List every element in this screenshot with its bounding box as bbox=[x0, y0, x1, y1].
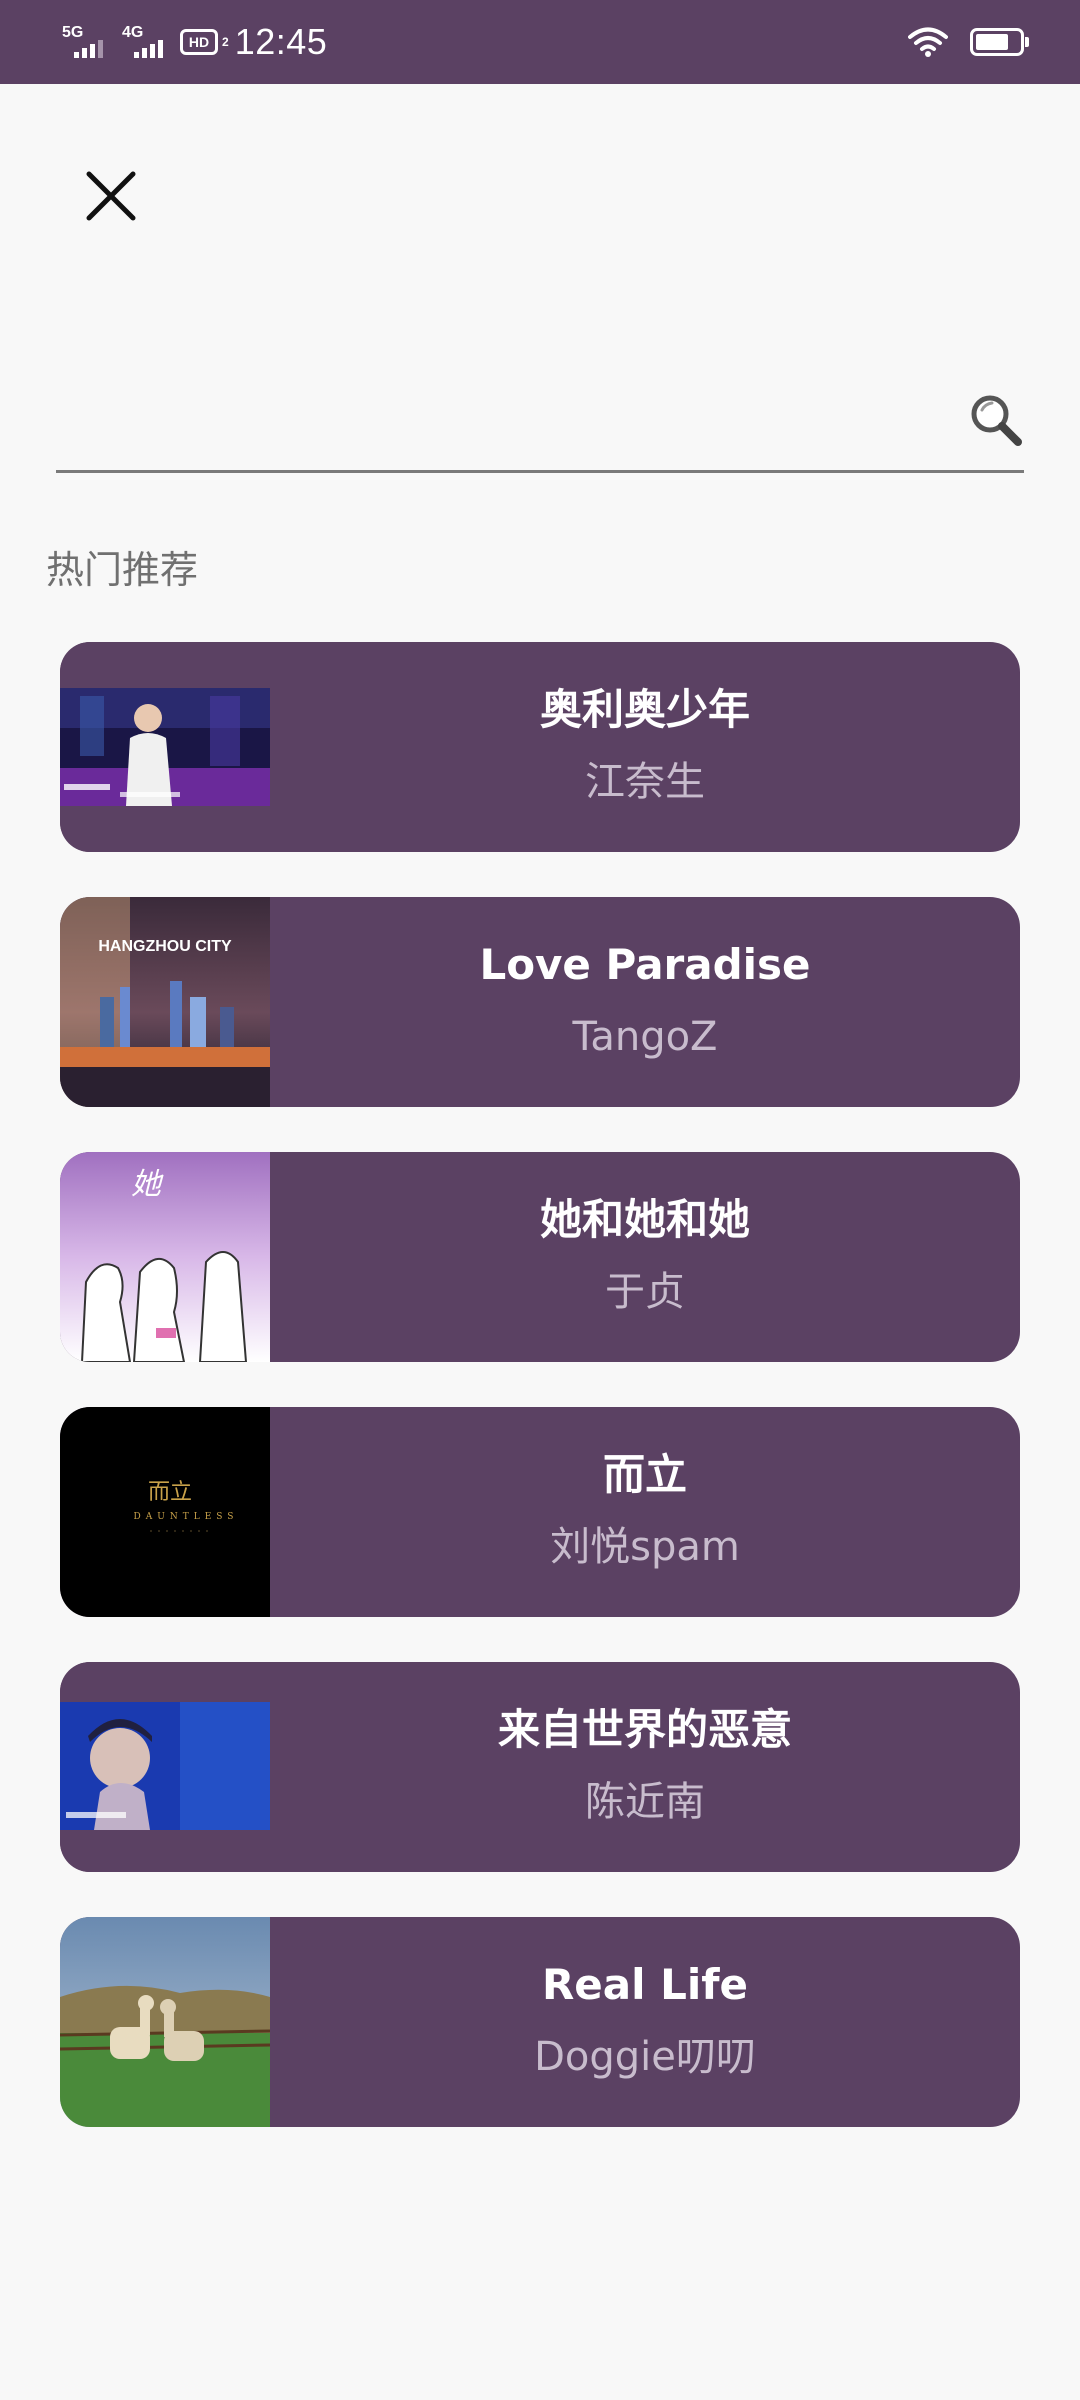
song-artist: 于贞 bbox=[605, 1269, 685, 1315]
search-icon[interactable] bbox=[968, 392, 1024, 448]
song-artist: 江奈生 bbox=[585, 759, 705, 805]
section-title: 热门推荐 bbox=[46, 548, 199, 592]
song-card[interactable]: Real Life Doggie叨叨 bbox=[60, 1917, 1020, 2127]
signal-5g-icon: 5G bbox=[60, 22, 112, 62]
song-info: 奥利奥少年 江奈生 bbox=[270, 642, 1020, 852]
hd-voice-sub: 2 bbox=[222, 35, 229, 49]
song-artist: TangoZ bbox=[572, 1014, 718, 1060]
status-left: 5G 4G HD 2 12:45 bbox=[60, 18, 327, 66]
alpaca-field-cover bbox=[60, 1917, 270, 2127]
song-artist: 刘悦spam bbox=[550, 1524, 740, 1570]
song-artist: Doggie叨叨 bbox=[534, 2034, 756, 2080]
song-card[interactable]: 她 她和她和她 于贞 bbox=[60, 1152, 1020, 1362]
close-button[interactable] bbox=[70, 155, 152, 237]
signal-4g-icon: 4G bbox=[120, 22, 172, 62]
status-right bbox=[908, 22, 1029, 62]
three-girls-sketch-cover: 她 bbox=[60, 1152, 270, 1362]
close-icon bbox=[86, 171, 136, 221]
song-card[interactable]: 而立 DAUNTLESS 而立 刘悦spam bbox=[60, 1407, 1020, 1617]
cover-text: 她 bbox=[131, 1167, 164, 1202]
wifi-icon bbox=[908, 27, 948, 57]
blue-portrait-cover bbox=[60, 1662, 270, 1872]
song-title: Love Paradise bbox=[479, 940, 811, 989]
cover-text: HANGZHOU CITY bbox=[98, 938, 232, 955]
city-skyline-cover: HANGZHOU CITY bbox=[60, 897, 270, 1107]
song-card[interactable]: 奥利奥少年 江奈生 bbox=[60, 642, 1020, 852]
song-title: Real Life bbox=[541, 1960, 749, 2009]
song-info: 她和她和她 于贞 bbox=[270, 1152, 1020, 1362]
song-title: 来自世界的恶意 bbox=[497, 1705, 792, 1754]
song-card[interactable]: 来自世界的恶意 陈近南 bbox=[60, 1662, 1020, 1872]
song-info: 而立 刘悦spam bbox=[270, 1407, 1020, 1617]
song-info: Real Life Doggie叨叨 bbox=[270, 1917, 1020, 2127]
song-artist: 陈近南 bbox=[585, 1779, 705, 1825]
status-bar: 5G 4G HD 2 12:45 bbox=[0, 0, 1080, 84]
status-time: 12:45 bbox=[234, 21, 328, 62]
song-info: 来自世界的恶意 陈近南 bbox=[270, 1662, 1020, 1872]
song-card[interactable]: HANGZHOU CITY Love Paradise TangoZ bbox=[60, 897, 1020, 1107]
search-input[interactable] bbox=[56, 370, 936, 466]
cover-subtext: DAUNTLESS bbox=[134, 1512, 239, 1522]
hd-voice-icon: HD bbox=[180, 29, 218, 55]
cover-text: 而立 bbox=[148, 1480, 192, 1505]
concert-stage-cover bbox=[60, 642, 270, 852]
song-title: 而立 bbox=[602, 1450, 687, 1499]
song-info: Love Paradise TangoZ bbox=[270, 897, 1020, 1107]
song-title: 她和她和她 bbox=[539, 1195, 750, 1244]
battery-icon bbox=[970, 28, 1029, 56]
black-title-cover: 而立 DAUNTLESS bbox=[60, 1407, 270, 1617]
search-bar bbox=[56, 370, 1024, 473]
song-list: 奥利奥少年 江奈生 HANGZHOU CITY Love Paradise Ta… bbox=[60, 642, 1020, 2172]
song-title: 奥利奥少年 bbox=[539, 685, 750, 734]
